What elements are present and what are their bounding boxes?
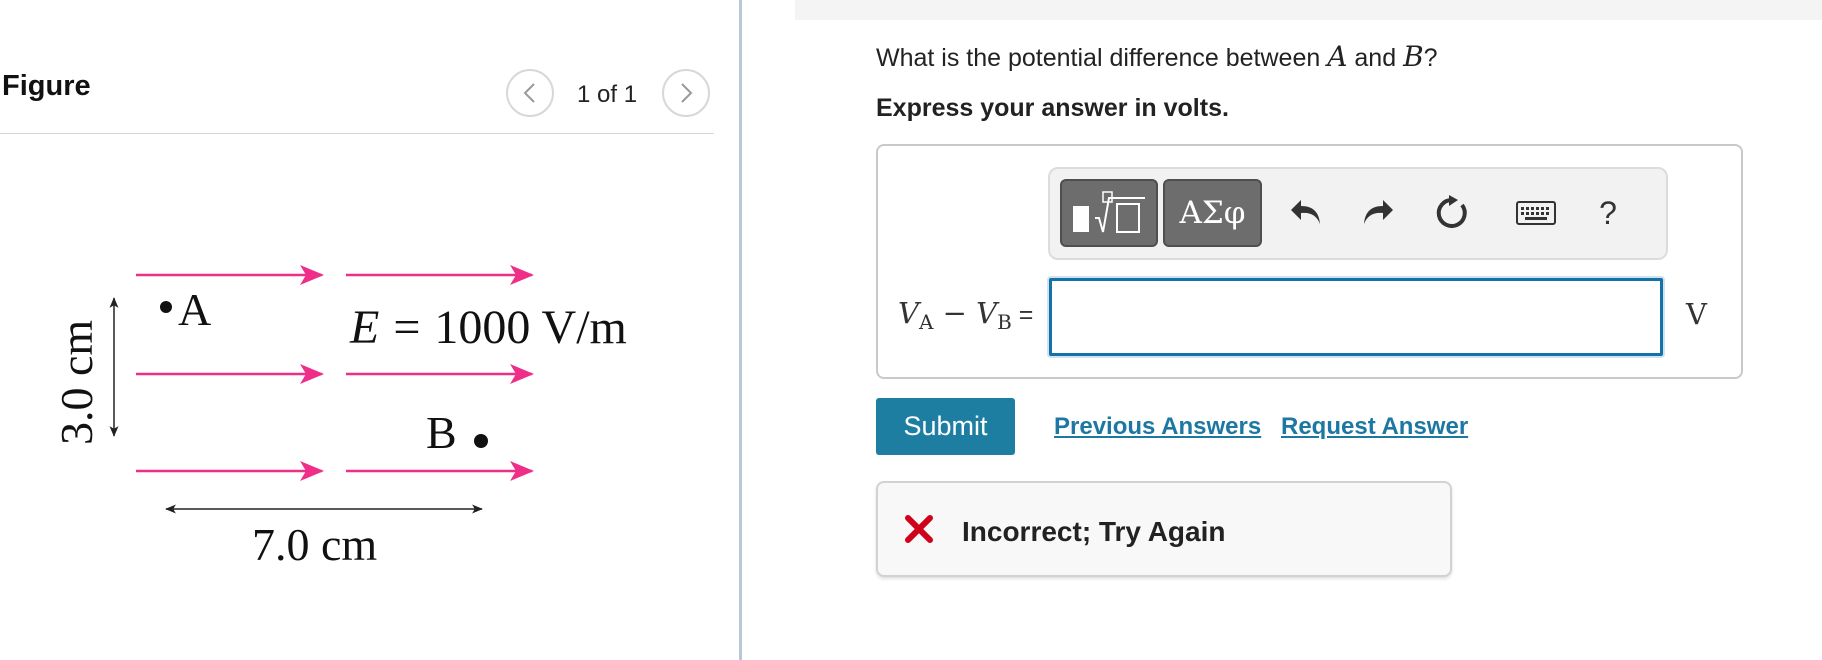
previous-answers-link[interactable]: Previous Answers — [1054, 413, 1261, 441]
math-toolbar: ΑΣφ ? — [1048, 167, 1668, 260]
field-variable: E — [349, 301, 379, 354]
keyboard-icon[interactable] — [1514, 191, 1558, 235]
answer-label: VA − VB = — [898, 296, 1033, 334]
next-figure-button[interactable] — [662, 69, 710, 117]
width-dimension-label: 7.0 cm — [252, 519, 377, 570]
undo-icon[interactable] — [1284, 191, 1328, 235]
answer-label-v: V — [976, 296, 998, 330]
point-b-label: B — [426, 407, 457, 458]
question-variable-b: B — [1403, 40, 1424, 73]
submit-button[interactable]: Submit — [876, 398, 1015, 455]
chevron-right-icon — [681, 83, 693, 103]
point-a-dot — [160, 301, 172, 313]
templates-button[interactable] — [1060, 179, 1158, 247]
answer-label-sub-b: B — [997, 310, 1012, 334]
answer-instruction: Express your answer in volts. — [876, 94, 1229, 122]
redo-icon[interactable] — [1356, 191, 1400, 235]
answer-label-sub-a: A — [918, 310, 934, 334]
answer-unit: V — [1686, 297, 1707, 331]
field-label: E = 1000 V/m — [349, 301, 627, 354]
field-equals-sign: = — [393, 301, 420, 354]
answer-label-minus: − — [933, 296, 977, 330]
chevron-left-icon — [523, 83, 535, 103]
answer-input[interactable] — [1049, 278, 1663, 356]
answer-label-v: V — [898, 296, 919, 330]
top-strip — [795, 0, 1822, 20]
figure-pager-count: 1 of 1 — [577, 81, 638, 108]
feedback-message: Incorrect; Try Again — [962, 516, 1226, 547]
question-text: What is the potential difference between… — [876, 40, 1438, 73]
question-variable-a: A — [1327, 40, 1348, 73]
point-a-label: A — [178, 284, 211, 335]
pane-divider — [739, 0, 742, 660]
figure-header-divider — [0, 133, 714, 134]
answer-label-equals: = — [1011, 301, 1034, 329]
question-text-part: What is the potential difference between — [876, 44, 1328, 72]
point-b-dot — [474, 434, 488, 448]
question-text-part: and — [1347, 44, 1404, 72]
help-icon[interactable]: ? — [1586, 191, 1630, 235]
figure-title: Figure — [2, 70, 91, 102]
electric-field-diagram: A E = 1000 V/m B 3.0 cm 7.0 cm — [51, 265, 627, 570]
x-icon — [905, 515, 933, 543]
height-dimension-label: 3.0 cm — [51, 320, 102, 445]
field-value: 1000 V/m — [434, 301, 626, 354]
greek-symbols-button[interactable]: ΑΣφ — [1163, 179, 1262, 247]
question-text-part: ? — [1423, 44, 1438, 72]
sqrt-template-icon — [1073, 191, 1145, 233]
reset-icon[interactable] — [1430, 191, 1474, 235]
request-answer-link[interactable]: Request Answer — [1281, 413, 1468, 441]
previous-figure-button[interactable] — [506, 69, 554, 117]
